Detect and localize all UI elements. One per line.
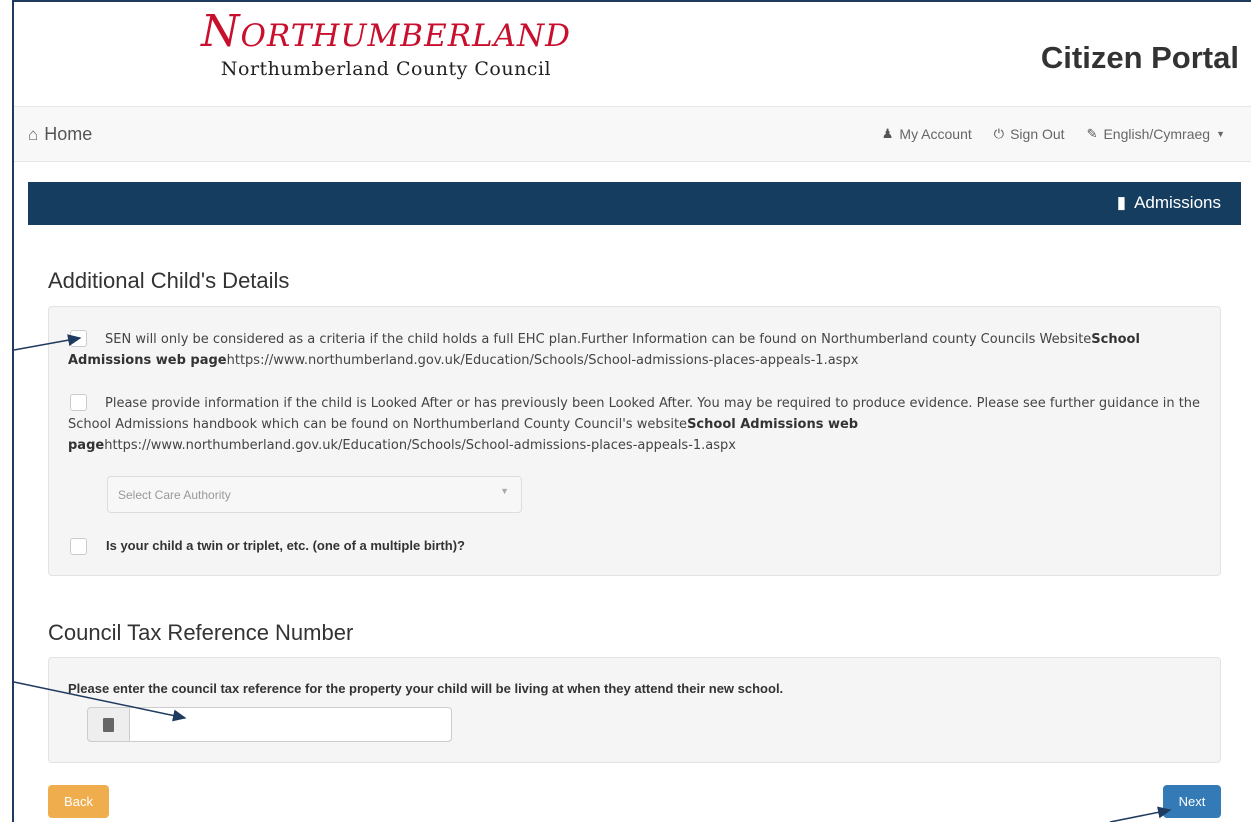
user-icon: ♟ xyxy=(881,126,894,141)
admissions-label-wrap: ▮ Admissions xyxy=(1117,193,1221,213)
council-tax-label: Please enter the council tax reference f… xyxy=(68,681,784,696)
twin-checkbox[interactable] xyxy=(70,538,87,555)
twin-label: Is your child a twin or triplet, etc. (o… xyxy=(106,538,465,553)
admissions-label: Admissions xyxy=(1134,193,1221,212)
language-dropdown[interactable]: ✎ English/Cymraeg ▼ xyxy=(1087,126,1225,142)
looked-after-body: Please provide information if the child … xyxy=(68,396,1201,432)
building-icon xyxy=(103,718,114,732)
sen-url: https://www.northumberland.gov.uk/Educat… xyxy=(226,353,859,368)
book-icon: ▮ xyxy=(1116,193,1127,212)
my-account-link[interactable]: ♟ My Account xyxy=(882,126,972,142)
home-icon: ⌂ xyxy=(28,125,39,144)
nav-right-menu: ♟ My Account ⏻ Sign Out ✎ English/Cymraeg ▼ xyxy=(882,126,1225,142)
looked-after-text: Please provide information if the child … xyxy=(68,393,1213,456)
sign-out-link[interactable]: ⏻ Sign Out xyxy=(994,126,1065,142)
sen-text-body: SEN will only be considered as a criteri… xyxy=(105,332,1092,347)
council-tax-addon xyxy=(87,707,130,742)
nav-home-label: Home xyxy=(44,124,93,144)
sen-text: SEN will only be considered as a criteri… xyxy=(68,329,1208,371)
caret-down-icon: ▼ xyxy=(1216,129,1225,139)
admissions-bar: ▮ Admissions xyxy=(28,182,1241,225)
sign-out-label: Sign Out xyxy=(1010,126,1065,142)
brand-logo[interactable]: Northumberland Northumberland County Cou… xyxy=(176,6,596,81)
council-tax-heading: Council Tax Reference Number xyxy=(48,620,354,645)
edit-icon: ✎ xyxy=(1086,126,1098,141)
language-label: English/Cymraeg xyxy=(1103,126,1211,142)
council-tax-input[interactable] xyxy=(129,707,452,742)
my-account-label: My Account xyxy=(899,126,972,142)
power-icon: ⏻ xyxy=(993,126,1005,141)
chevron-down-icon: ▼ xyxy=(500,486,509,496)
next-button[interactable]: Next xyxy=(1163,785,1221,818)
additional-details-heading: Additional Child's Details xyxy=(48,268,290,293)
care-authority-placeholder: Select Care Authority xyxy=(118,488,231,502)
back-button[interactable]: Back xyxy=(48,785,109,818)
portal-title: Citizen Portal xyxy=(1040,40,1239,75)
logo-wordmark: Northumberland xyxy=(201,6,571,57)
looked-after-url: https://www.northumberland.gov.uk/Educat… xyxy=(104,438,736,453)
navbar: ⌂ Home ♟ My Account ⏻ Sign Out ✎ English/Cym… xyxy=(14,106,1251,162)
council-name: Northumberland County Council xyxy=(220,58,552,80)
care-authority-select[interactable]: Select Care Authority ▼ xyxy=(107,476,522,513)
nav-home-link[interactable]: ⌂ Home xyxy=(28,124,92,145)
